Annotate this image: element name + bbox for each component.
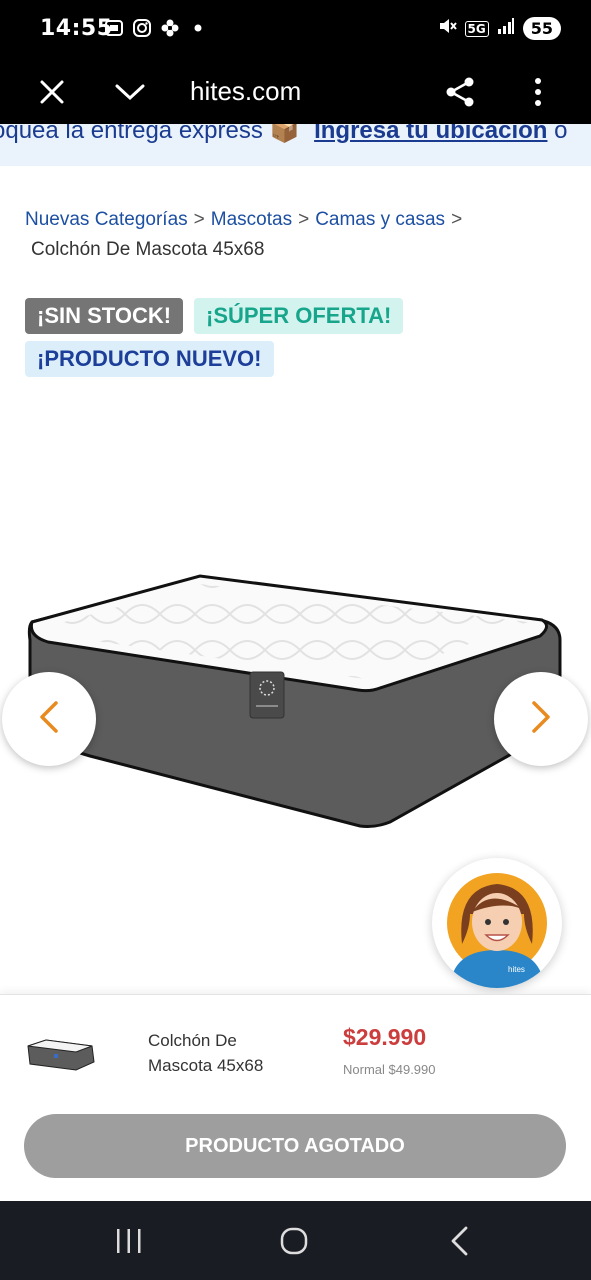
breadcrumb-current: Colchón De Mascota 45x68 — [31, 239, 265, 260]
network-label: 5G — [464, 20, 489, 37]
recent-apps-icon[interactable] — [114, 1227, 144, 1260]
close-icon[interactable] — [34, 74, 70, 110]
chevron-down-icon[interactable] — [112, 74, 148, 110]
breadcrumb-separator: > — [193, 209, 205, 230]
product-image[interactable] — [20, 560, 580, 840]
flower-icon — [160, 18, 180, 38]
assistant-logo-text: hites — [508, 965, 525, 974]
android-nav-bar — [0, 1201, 591, 1280]
super-oferta-badge: ¡SÚPER OFERTA! — [194, 298, 404, 334]
instagram-icon — [132, 18, 152, 38]
browser-toolbar: hites.com — [0, 60, 591, 124]
offer-price: $29.990 — [343, 1024, 427, 1050]
chevron-left-icon — [37, 699, 61, 740]
breadcrumb-separator: > — [298, 209, 310, 230]
out-of-stock-button[interactable]: PRODUCTO AGOTADO — [24, 1114, 566, 1178]
express-delivery-banner[interactable]: oquea la entrega express 📦 Ingresa tu ub… — [0, 124, 591, 166]
chevron-right-icon — [529, 699, 553, 740]
prev-image-button[interactable] — [2, 672, 96, 766]
status-time: 14:55 — [40, 16, 113, 41]
assistant-avatar-icon: hites — [447, 873, 547, 988]
product-name: Colchón De Mascota 45x68 — [148, 1031, 264, 1075]
breadcrumb-item-mascotas[interactable]: Mascotas — [211, 209, 292, 230]
breadcrumb-separator: > — [451, 209, 463, 230]
product-thumbnail — [26, 1036, 96, 1072]
screen-recorder-icon — [104, 18, 124, 38]
home-icon[interactable] — [280, 1226, 308, 1261]
more-vert-icon[interactable] — [520, 74, 556, 110]
producto-nuevo-badge: ¡PRODUCTO NUEVO! — [25, 341, 274, 377]
back-icon[interactable] — [448, 1225, 470, 1262]
signal-icon — [497, 17, 515, 40]
banner-tail: ó — [554, 124, 568, 144]
virtual-assistant-button[interactable]: hites — [432, 858, 562, 988]
dot-icon — [188, 18, 208, 38]
status-bar: 14:55 5G 55 — [0, 0, 591, 60]
banner-text: oquea la entrega express 📦 — [0, 124, 300, 144]
breadcrumb-item-camas-y-casas[interactable]: Camas y casas — [315, 209, 445, 230]
mute-icon — [437, 16, 457, 41]
breadcrumb-item-nuevas-categorias[interactable]: Nuevas Categorías — [25, 209, 188, 230]
sin-stock-badge: ¡SIN STOCK! — [25, 298, 184, 334]
battery-indicator: 55 — [522, 17, 561, 40]
breadcrumb: Nuevas Categorías > Mascotas > Camas y casas… — [25, 205, 565, 265]
status-right: 5G 55 — [437, 16, 561, 41]
status-icons — [104, 18, 208, 38]
next-image-button[interactable] — [494, 672, 588, 766]
normal-price: Normal $49.990 — [343, 1062, 436, 1077]
share-icon[interactable] — [442, 74, 478, 110]
url-text[interactable]: hites.com — [190, 76, 301, 107]
banner-location-link[interactable]: Ingresa tu ubicación — [314, 124, 547, 144]
